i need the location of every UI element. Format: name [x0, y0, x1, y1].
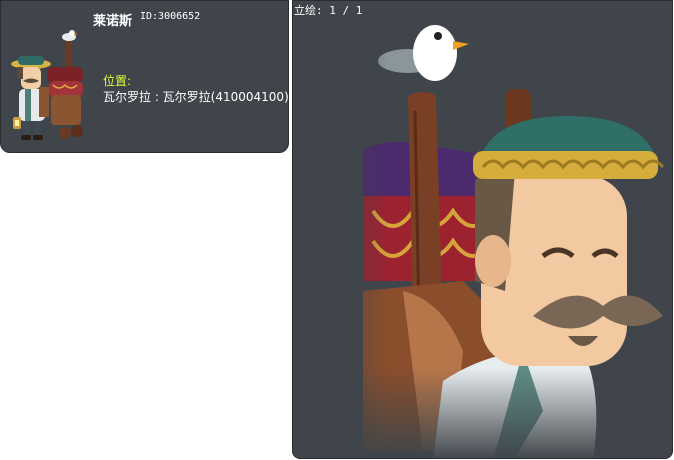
portrait-panel: 立绘: 1 / 1 — [292, 0, 673, 459]
location-label: 位置: — [103, 74, 132, 88]
npc-sprite-image — [11, 30, 83, 140]
portrait-counter: 立绘: 1 / 1 — [294, 4, 363, 17]
npc-portrait-image — [293, 1, 672, 458]
npc-info-panel: 莱诺斯 ID:3006652 位置: 瓦尔罗拉: 瓦尔罗拉(410004100… — [0, 0, 289, 153]
npc-id: ID:3006652 — [140, 11, 201, 22]
npc-name: 莱诺斯 — [93, 14, 133, 29]
location-value: 瓦尔罗拉 : 瓦尔罗拉(410004100) — [103, 90, 289, 104]
